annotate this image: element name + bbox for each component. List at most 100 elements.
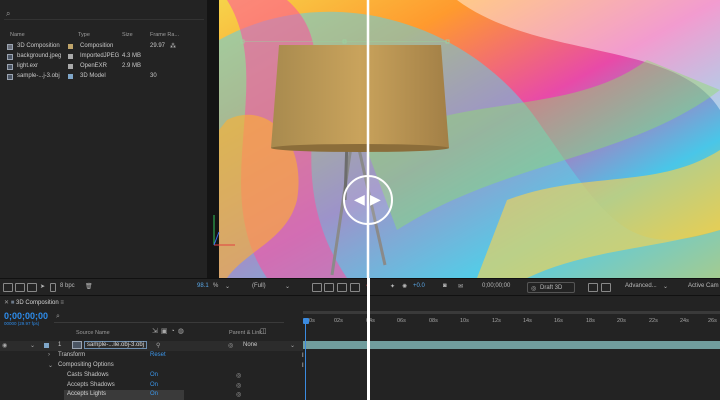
- current-time-indicator[interactable]: [303, 318, 309, 400]
- label-color-swatch[interactable]: [68, 54, 73, 59]
- camera-select[interactable]: Active Cam: [688, 283, 719, 289]
- property-row-compositing-options[interactable]: ⌄ Compositing Options: [0, 361, 303, 371]
- column-parent-link[interactable]: Parent & Link: [229, 330, 262, 336]
- compare-split-line: [367, 278, 370, 400]
- 3d-view-icon[interactable]: [601, 283, 611, 292]
- menu-icon[interactable]: ≡: [60, 300, 64, 306]
- layer-row[interactable]: ◉ ⌄ 1 sample-...ile.obj-3.obj ⚲ ◎ None ⌄: [0, 341, 303, 351]
- project-item-composition[interactable]: 3D Composition Composition 29.97 ⁂: [0, 42, 207, 51]
- image-file-icon: [7, 63, 13, 70]
- property-row-transform[interactable]: › Transform Reset: [0, 351, 303, 361]
- renderer-button[interactable]: ◎ Draft 3D: [527, 282, 575, 293]
- ruler-tick: 02s: [334, 318, 343, 324]
- item-type: Composition: [80, 43, 114, 49]
- label-color-swatch[interactable]: [68, 64, 73, 69]
- timeline-tab[interactable]: ✕ ■ 3D Composition ≡: [4, 299, 64, 306]
- composition-viewer[interactable]: ◀ ▶: [207, 0, 720, 278]
- ruler-tick: 22s: [649, 318, 658, 324]
- timeline-panel: ✕ ■ 3D Composition ≡ 0;00;00;00 00000 (2…: [0, 296, 720, 400]
- keyframe-marker[interactable]: I: [302, 353, 304, 359]
- show-snapshot-icon[interactable]: ✉: [458, 283, 463, 290]
- snapshot-camera-icon[interactable]: ◙: [443, 283, 447, 289]
- region-of-interest-icon[interactable]: [312, 283, 322, 292]
- chevron-down-icon[interactable]: ⌄: [285, 283, 290, 290]
- pickwhip-icon[interactable]: ◎: [236, 382, 241, 389]
- column-name[interactable]: Name: [10, 32, 25, 38]
- expand-chevron-icon[interactable]: ⌄: [48, 362, 53, 369]
- chevron-left-icon: ◀: [354, 191, 365, 207]
- viewer-timecode[interactable]: 0;00;00;00: [482, 283, 510, 289]
- property-value[interactable]: Reset: [150, 352, 166, 358]
- item-name: light.exr: [17, 63, 39, 69]
- view-select[interactable]: Advanced...: [625, 283, 657, 289]
- project-item-background[interactable]: background.jpeg ImportedJPEG 4.3 MB: [0, 52, 207, 61]
- column-type[interactable]: Type: [78, 32, 90, 38]
- label-color-swatch[interactable]: [68, 44, 73, 49]
- new-composition-icon[interactable]: [27, 283, 37, 292]
- ruler-tick: 10s: [460, 318, 469, 324]
- trash-icon[interactable]: 🗑: [85, 283, 93, 290]
- layer-number: 1: [58, 342, 62, 348]
- color-management-icon[interactable]: ✦: [390, 283, 395, 290]
- compare-split-handle[interactable]: ◀ ▶: [343, 175, 393, 225]
- property-label: Transform: [58, 352, 86, 358]
- layer-name[interactable]: sample-...ile.obj-3.obj: [84, 341, 148, 349]
- exposure-value[interactable]: +0.0: [413, 283, 425, 289]
- timeline-current-time[interactable]: 0;00;00;00: [4, 311, 48, 321]
- layer-duration-bar[interactable]: [303, 341, 720, 349]
- column-frame-rate[interactable]: Frame Ra...: [150, 32, 179, 38]
- parent-select[interactable]: None: [243, 342, 257, 348]
- color-depth-icon: [50, 283, 56, 292]
- new-folder-icon[interactable]: [15, 283, 25, 292]
- project-search-input[interactable]: ⌕: [4, 8, 204, 20]
- interpret-footage-icon[interactable]: [3, 283, 13, 292]
- property-label: Accepts Shadows: [67, 382, 115, 388]
- chevron-down-icon[interactable]: ⌄: [225, 283, 230, 290]
- chevron-right-icon: ▶: [370, 191, 381, 207]
- layer-label-color[interactable]: [44, 343, 49, 348]
- property-row-accepts-lights[interactable]: Accepts Lights On: [64, 390, 184, 400]
- property-value[interactable]: On: [150, 372, 158, 378]
- 3d-model-file-icon: [72, 341, 82, 349]
- project-column-headers: Name Type Size Frame Ra...: [0, 30, 207, 40]
- pickwhip-icon[interactable]: ◎: [236, 391, 241, 398]
- property-label: Compositing Options: [58, 362, 114, 368]
- eye-visibility-icon[interactable]: ◉: [2, 342, 7, 349]
- bpc-button[interactable]: 8 bpc: [60, 283, 75, 289]
- property-label: Accepts Lights: [67, 391, 107, 397]
- viewer-toolbar: ➤ 8 bpc 🗑 98.1 % ⌄ (Full) ⌄ ● ✦ ✺ +0.0 ◙…: [0, 278, 720, 296]
- mask-visibility-icon[interactable]: [337, 283, 347, 292]
- chevron-down-icon[interactable]: ⌄: [290, 342, 295, 349]
- timeline-search-input[interactable]: ⌕: [54, 313, 284, 323]
- property-value[interactable]: On: [150, 382, 158, 388]
- property-row-casts-shadows[interactable]: Casts Shadows On ◎: [0, 371, 303, 381]
- render-queue-icon[interactable]: ➤: [40, 283, 45, 290]
- zoom-value[interactable]: 98.1: [197, 283, 209, 289]
- exposure-icon[interactable]: ✺: [402, 283, 407, 290]
- layer-switches-icon[interactable]: ⚲: [156, 342, 160, 349]
- pickwhip-icon[interactable]: ◎: [228, 342, 233, 349]
- renderer-icon: ◎: [531, 286, 537, 292]
- zoom-unit: %: [213, 283, 219, 289]
- property-label: Casts Shadows: [67, 372, 109, 378]
- expand-chevron-icon[interactable]: ›: [48, 352, 50, 358]
- flowchart-icon[interactable]: ⁂: [170, 43, 176, 50]
- close-icon[interactable]: ✕: [4, 300, 11, 306]
- expand-chevron-icon[interactable]: ⌄: [30, 342, 35, 349]
- property-value[interactable]: On: [150, 391, 158, 397]
- project-item-3d-model[interactable]: sample-...j-3.obj 3D Model 30: [0, 72, 207, 81]
- column-source-name[interactable]: Source Name: [76, 330, 110, 336]
- transparency-grid-icon[interactable]: [324, 283, 334, 292]
- grid-guides-icon[interactable]: [350, 283, 360, 292]
- 3d-ground-plane-icon[interactable]: [588, 283, 598, 292]
- project-item-light[interactable]: light.exr OpenEXR 2.9 MB: [0, 62, 207, 71]
- label-color-swatch[interactable]: [68, 74, 73, 79]
- column-size[interactable]: Size: [122, 32, 133, 38]
- time-ruler[interactable]: 00s 02s 04s 06s 08s 10s 12s 14s 16s 18s …: [303, 314, 720, 334]
- keyframe-marker[interactable]: I: [302, 363, 304, 369]
- resolution-select[interactable]: (Full): [252, 283, 266, 289]
- ruler-tick: 26s: [708, 318, 717, 324]
- chevron-down-icon[interactable]: ⌄: [663, 283, 668, 290]
- image-file-icon: [7, 53, 13, 60]
- pickwhip-icon[interactable]: ◎: [236, 372, 241, 379]
